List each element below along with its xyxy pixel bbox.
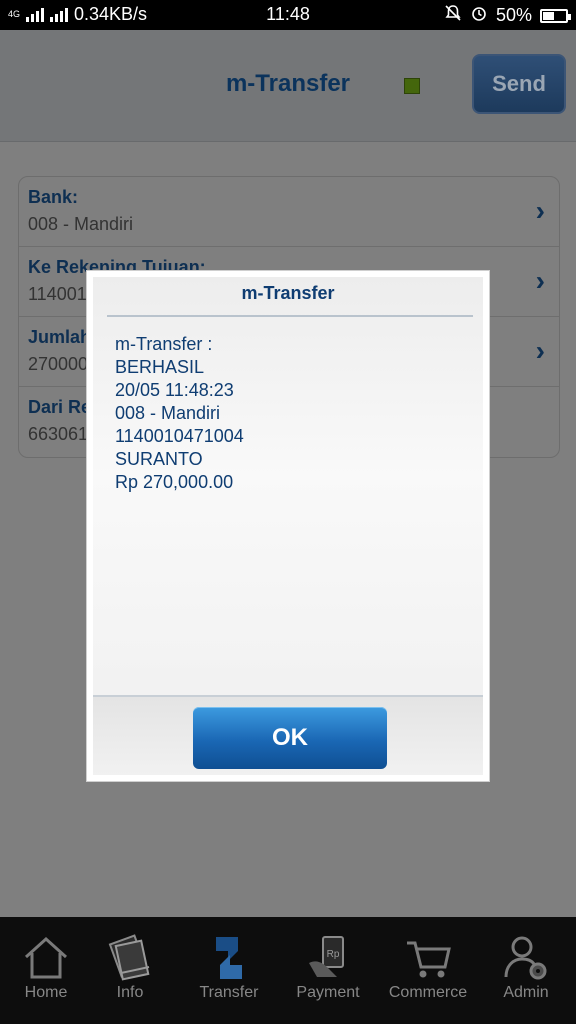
dialog-divider — [107, 315, 473, 317]
form-row-bank[interactable]: Bank: 008 - Mandiri › — [19, 177, 559, 247]
status-indicator — [404, 78, 420, 94]
message-line: BERHASIL — [115, 357, 205, 377]
nav-item-payment[interactable]: Rp Payment — [280, 917, 376, 1024]
dialog-title: m-Transfer — [241, 283, 335, 303]
message-line: SURANTO — [115, 449, 203, 469]
nav-label: Admin — [503, 984, 549, 1001]
bottom-navigation: Home Info Transfer Rp Payment Commerce A… — [0, 917, 576, 1024]
nav-item-home[interactable]: Home — [0, 917, 92, 1024]
battery-percent: 50% — [495, 5, 532, 25]
form-row-value: 270000 — [28, 354, 89, 374]
home-icon — [24, 936, 68, 979]
message-line: Rp 270,000.00 — [115, 472, 234, 492]
ok-button[interactable]: OK — [193, 707, 387, 769]
nav-label: Transfer — [199, 984, 259, 1001]
nav-label: Commerce — [388, 984, 468, 1001]
transfer-icon — [216, 937, 242, 979]
app-header: m-Transfer Send — [0, 30, 576, 142]
chevron-right-icon: › — [535, 195, 545, 226]
dialog-message: m-Transfer : BERHASIL 20/05 11:48:23 008… — [115, 333, 244, 494]
nav-item-commerce[interactable]: Commerce — [380, 917, 476, 1024]
status-bar: 4G 0.34KB/s 11:48 50% — [0, 0, 576, 30]
cart-icon — [407, 941, 451, 978]
dialog-body: m-Transfer m-Transfer : BERHASIL 20/05 1… — [93, 277, 483, 775]
message-line: 008 - Mandiri — [115, 403, 221, 423]
message-line: 20/05 11:48:23 — [115, 380, 234, 400]
admin-icon — [504, 936, 547, 980]
message-line: m-Transfer : — [115, 334, 213, 354]
status-right: 50% — [444, 4, 571, 27]
form-row-value: 663061 — [28, 424, 89, 444]
nav-label: Home — [24, 984, 68, 1001]
message-line: 1140010471004 — [115, 426, 244, 446]
payment-icon: Rp — [309, 936, 344, 977]
info-icon — [108, 934, 150, 981]
nav-item-admin[interactable]: Admin — [480, 917, 572, 1024]
mute-icon — [444, 4, 462, 27]
form-row-value: 008 - Mandiri — [28, 214, 134, 234]
nav-item-info[interactable]: Info — [84, 917, 176, 1024]
chevron-right-icon: › — [535, 265, 545, 296]
send-button[interactable]: Send — [472, 54, 566, 114]
dialog-footer: OK — [93, 695, 483, 775]
battery-icon — [540, 8, 571, 23]
form-row-label: Bank: — [28, 187, 79, 207]
result-dialog: m-Transfer m-Transfer : BERHASIL 20/05 1… — [86, 270, 490, 782]
nav-item-transfer[interactable]: Transfer — [182, 917, 276, 1024]
nav-label: Info — [116, 984, 144, 1001]
chevron-right-icon: › — [535, 335, 545, 366]
svg-text:Rp: Rp — [327, 949, 340, 960]
alarm-icon — [470, 4, 488, 27]
nav-label: Payment — [296, 984, 360, 1001]
